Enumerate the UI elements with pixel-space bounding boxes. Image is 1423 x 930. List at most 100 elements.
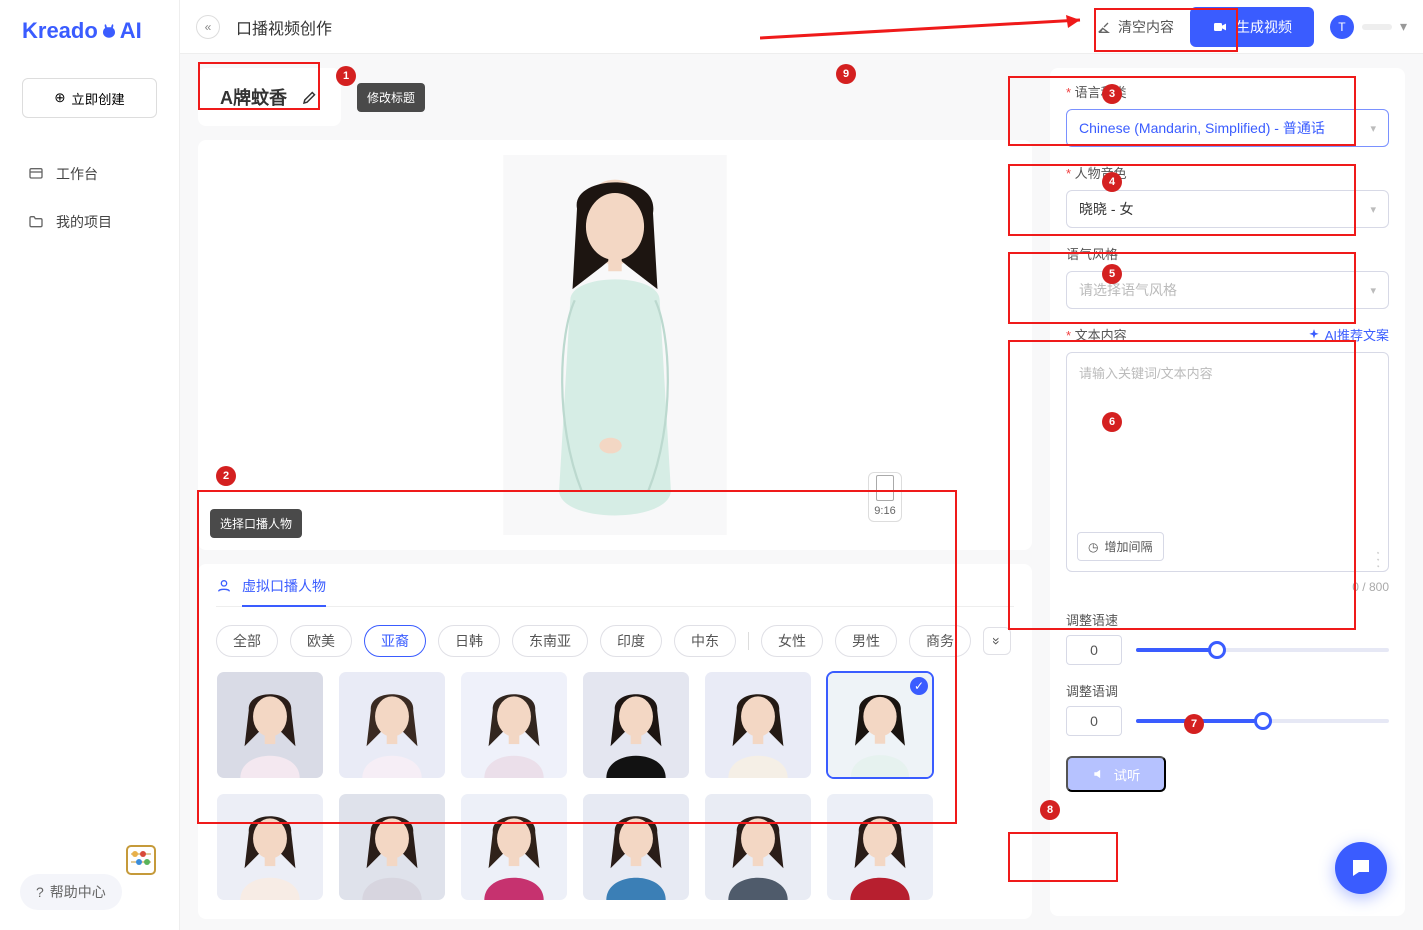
edit-title-button[interactable] bbox=[301, 88, 319, 106]
decor-abacus-icon bbox=[121, 840, 161, 880]
document-title: A牌蚊香 bbox=[220, 84, 287, 110]
ai-suggest-button[interactable]: AI推荐文案 bbox=[1307, 325, 1389, 344]
avatar-thumb bbox=[339, 672, 445, 778]
region-chip[interactable]: 日韩 bbox=[438, 625, 500, 657]
script-textarea[interactable]: 请输入关键词/文本内容 ◷ 增加间隔 ⋰ bbox=[1066, 352, 1389, 572]
avatar-card[interactable] bbox=[826, 671, 934, 779]
logo-bunny-icon bbox=[100, 22, 118, 40]
add-gap-button[interactable]: ◷ 增加间隔 bbox=[1077, 532, 1164, 561]
annotation-arrow bbox=[760, 14, 1100, 44]
chevron-down-icon: ▾ bbox=[1400, 18, 1407, 35]
avatar-card[interactable] bbox=[216, 671, 324, 779]
avatar-thumb bbox=[339, 794, 445, 900]
settings-panel: 语言种类 Chinese (Mandarin, Simplified) - 普通… bbox=[1050, 68, 1405, 916]
chevron-down-icon: ▾ bbox=[1370, 203, 1376, 216]
chat-fab-button[interactable] bbox=[1335, 842, 1387, 894]
chevron-down-icon: ▾ bbox=[1370, 122, 1376, 135]
sidebar-item-label: 我的项目 bbox=[56, 212, 112, 232]
avatar-card[interactable] bbox=[704, 671, 812, 779]
avatar-thumb bbox=[217, 672, 323, 778]
sparkle-icon bbox=[1307, 328, 1321, 342]
avatar-thumb bbox=[705, 794, 811, 900]
gender-chip[interactable]: 男性 bbox=[835, 625, 897, 657]
avatar-thumb bbox=[461, 794, 567, 900]
avatar-card[interactable] bbox=[460, 793, 568, 901]
tooltip-edit-title: 修改标题 bbox=[357, 83, 425, 112]
more-chips-button[interactable]: » bbox=[983, 627, 1011, 655]
region-chip[interactable]: 全部 bbox=[216, 625, 278, 657]
avatar-gallery: 虚拟口播人物 全部欧美亚裔日韩东南亚印度中东女性男性商务 » bbox=[198, 564, 1032, 919]
person-icon bbox=[216, 578, 232, 594]
avatar-thumb bbox=[705, 672, 811, 778]
avatar-thumb bbox=[828, 673, 932, 777]
avatar-card[interactable] bbox=[338, 671, 446, 779]
field-label-voice: 人物音色 bbox=[1066, 163, 1389, 182]
dashboard-icon bbox=[28, 166, 44, 182]
resize-handle-icon: ⋰ bbox=[1367, 549, 1389, 571]
user-menu[interactable]: T ▾ bbox=[1330, 15, 1407, 39]
chat-icon bbox=[1349, 856, 1373, 880]
region-chip[interactable]: 亚裔 bbox=[364, 625, 426, 657]
field-label-speed: 调整语速 bbox=[1066, 610, 1389, 629]
user-avatar: T bbox=[1330, 15, 1354, 39]
avatar-thumb bbox=[461, 672, 567, 778]
document-title-box: A牌蚊香 bbox=[198, 68, 341, 126]
pitch-slider[interactable] bbox=[1136, 719, 1389, 723]
voice-select[interactable]: 晓晓 - 女 ▾ bbox=[1066, 190, 1389, 228]
gender-chip[interactable]: 商务 bbox=[909, 625, 971, 657]
avatar-preview: 9:16 选择口播人物 bbox=[198, 140, 1032, 550]
gender-chip[interactable]: 女性 bbox=[761, 625, 823, 657]
region-chip[interactable]: 印度 bbox=[600, 625, 662, 657]
preview-audio-button[interactable]: 试听 bbox=[1066, 756, 1166, 792]
field-label-pitch: 调整语调 bbox=[1066, 681, 1389, 700]
speed-slider[interactable] bbox=[1136, 648, 1389, 652]
create-button[interactable]: ⊕ 立即创建 bbox=[22, 78, 157, 118]
speaker-icon bbox=[1092, 767, 1106, 781]
speed-value[interactable]: 0 bbox=[1066, 635, 1122, 665]
gallery-tab-virtual[interactable]: 虚拟口播人物 bbox=[242, 576, 326, 607]
video-icon bbox=[1212, 19, 1228, 35]
avatar-thumb bbox=[217, 794, 323, 900]
page-title: 口播视频创作 bbox=[236, 15, 332, 39]
clock-icon: ◷ bbox=[1088, 540, 1098, 554]
avatar-card[interactable] bbox=[216, 793, 324, 901]
field-label-language: 语言种类 bbox=[1066, 82, 1389, 101]
region-chip[interactable]: 欧美 bbox=[290, 625, 352, 657]
avatar-card[interactable] bbox=[338, 793, 446, 901]
folder-icon bbox=[28, 214, 44, 230]
sidebar-item-label: 工作台 bbox=[56, 164, 98, 184]
language-select[interactable]: Chinese (Mandarin, Simplified) - 普通话 ▾ bbox=[1066, 109, 1389, 147]
avatar-figure bbox=[495, 155, 735, 535]
help-button[interactable]: ? 帮助中心 bbox=[20, 874, 122, 910]
clear-content-button[interactable]: 清空内容 bbox=[1096, 17, 1174, 37]
pitch-value[interactable]: 0 bbox=[1066, 706, 1122, 736]
collapse-sidebar-button[interactable]: « bbox=[196, 15, 220, 39]
char-counter: 0 / 800 bbox=[1066, 580, 1389, 594]
avatar-card[interactable] bbox=[826, 793, 934, 901]
avatar-card[interactable] bbox=[582, 671, 690, 779]
sidebar-item-dashboard[interactable]: 工作台 bbox=[0, 150, 179, 198]
sidebar-item-projects[interactable]: 我的项目 bbox=[0, 198, 179, 246]
region-chip[interactable]: 东南亚 bbox=[512, 625, 588, 657]
logo: Kreado AI bbox=[0, 0, 179, 62]
avatar-card[interactable] bbox=[704, 793, 812, 901]
tooltip-select-avatar: 选择口播人物 bbox=[210, 509, 302, 538]
chevron-down-icon: ▾ bbox=[1370, 284, 1376, 297]
plus-icon: ⊕ bbox=[54, 90, 65, 106]
avatar-card[interactable] bbox=[460, 671, 568, 779]
aspect-ratio-button[interactable]: 9:16 bbox=[868, 472, 902, 522]
region-chip[interactable]: 中东 bbox=[674, 625, 736, 657]
field-label-text: 文本内容 bbox=[1066, 325, 1127, 344]
avatar-thumb bbox=[827, 794, 933, 900]
chip-separator bbox=[748, 632, 749, 650]
avatar-thumb bbox=[583, 794, 689, 900]
generate-video-button[interactable]: 生成视频 bbox=[1190, 7, 1314, 47]
avatar-card[interactable] bbox=[582, 793, 690, 901]
chevron-double-down-icon: » bbox=[989, 637, 1005, 645]
help-icon: ? bbox=[36, 884, 44, 900]
sidebar: Kreado AI ⊕ 立即创建 工作台 我的项目 bbox=[0, 0, 180, 930]
pencil-icon bbox=[301, 88, 319, 106]
tone-select[interactable]: 请选择语气风格 ▾ bbox=[1066, 271, 1389, 309]
avatar-thumb bbox=[583, 672, 689, 778]
field-label-tone: 语气风格 bbox=[1066, 244, 1389, 263]
